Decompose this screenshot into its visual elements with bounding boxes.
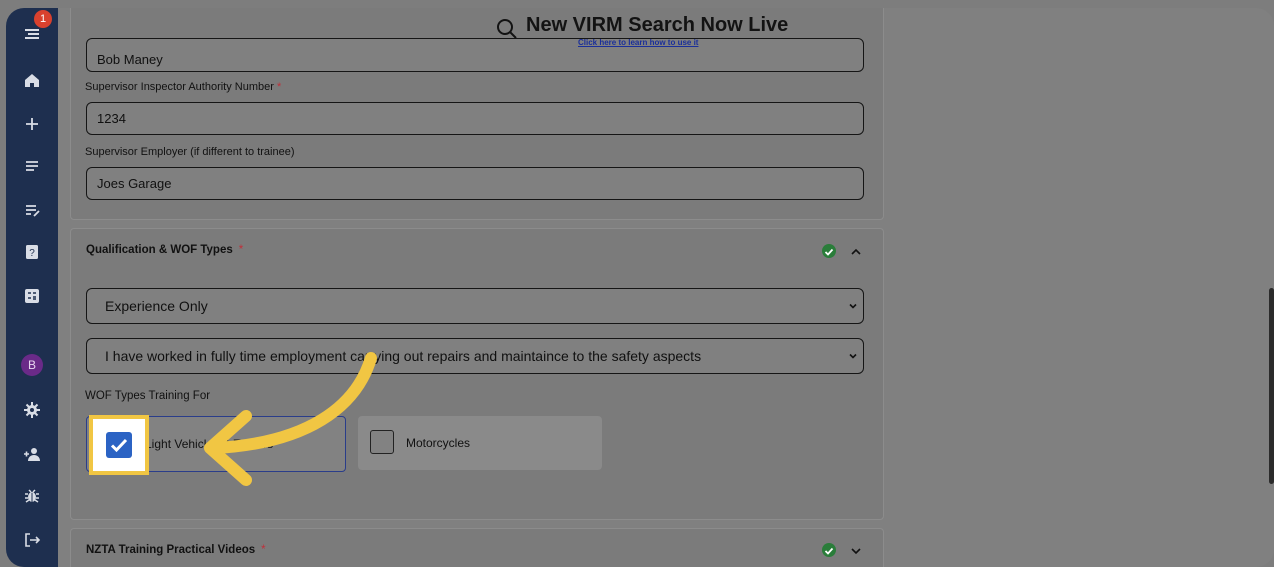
app-window: 1 ? B Bob Maney Supervisor Inspector Aut…	[6, 8, 1274, 567]
notification-badge: 1	[34, 10, 52, 28]
settings-icon[interactable]	[20, 398, 44, 422]
qualification-title[interactable]: Qualification & WOF Types *	[86, 244, 243, 256]
check-circle-icon	[822, 543, 836, 557]
logout-icon[interactable]	[20, 528, 44, 552]
banner-title: New VIRM Search Now Live	[526, 14, 789, 36]
search-icon	[497, 19, 517, 39]
home-icon[interactable]	[20, 68, 44, 92]
add-user-icon[interactable]	[20, 442, 44, 466]
avatar[interactable]: B	[21, 354, 43, 376]
highlighted-checkbox-area	[89, 415, 149, 475]
nzta-title[interactable]: NZTA Training Practical Videos *	[86, 544, 266, 556]
chevron-down-icon	[849, 353, 857, 359]
authority-number-label: Supervisor Inspector Authority Number *	[85, 81, 282, 93]
employer-field[interactable]: Joes Garage	[86, 167, 864, 200]
light-vehicles-checkbox[interactable]	[106, 432, 132, 458]
plus-icon[interactable]	[20, 112, 44, 136]
tutorial-arrow-icon	[204, 352, 377, 486]
svg-text:?: ?	[29, 248, 35, 259]
banner-learn-link[interactable]: Click here to learn how to use it	[578, 38, 698, 47]
chevron-down-icon[interactable]	[850, 545, 862, 557]
check-circle-icon	[822, 244, 836, 258]
calculator-icon[interactable]	[20, 284, 44, 308]
chevron-up-icon[interactable]	[850, 246, 862, 258]
experience-select-value: Experience Only	[105, 298, 208, 314]
option-motorcycles-label: Motorcycles	[406, 436, 471, 450]
sidebar: 1 ? B	[6, 8, 58, 567]
announcement-banner: New VIRM Search Now Live Click here to l…	[496, 14, 896, 58]
experience-select[interactable]: Experience Only	[86, 288, 864, 324]
employer-label: Supervisor Employer (if different to tra…	[85, 146, 295, 158]
help-book-icon[interactable]: ?	[20, 240, 44, 264]
scrollbar[interactable]	[1269, 288, 1274, 484]
chevron-down-icon	[849, 303, 857, 309]
list-icon[interactable]	[20, 154, 44, 178]
authority-number-field[interactable]: 1234	[86, 102, 864, 135]
bug-icon[interactable]	[20, 484, 44, 508]
edit-list-icon[interactable]	[20, 198, 44, 222]
